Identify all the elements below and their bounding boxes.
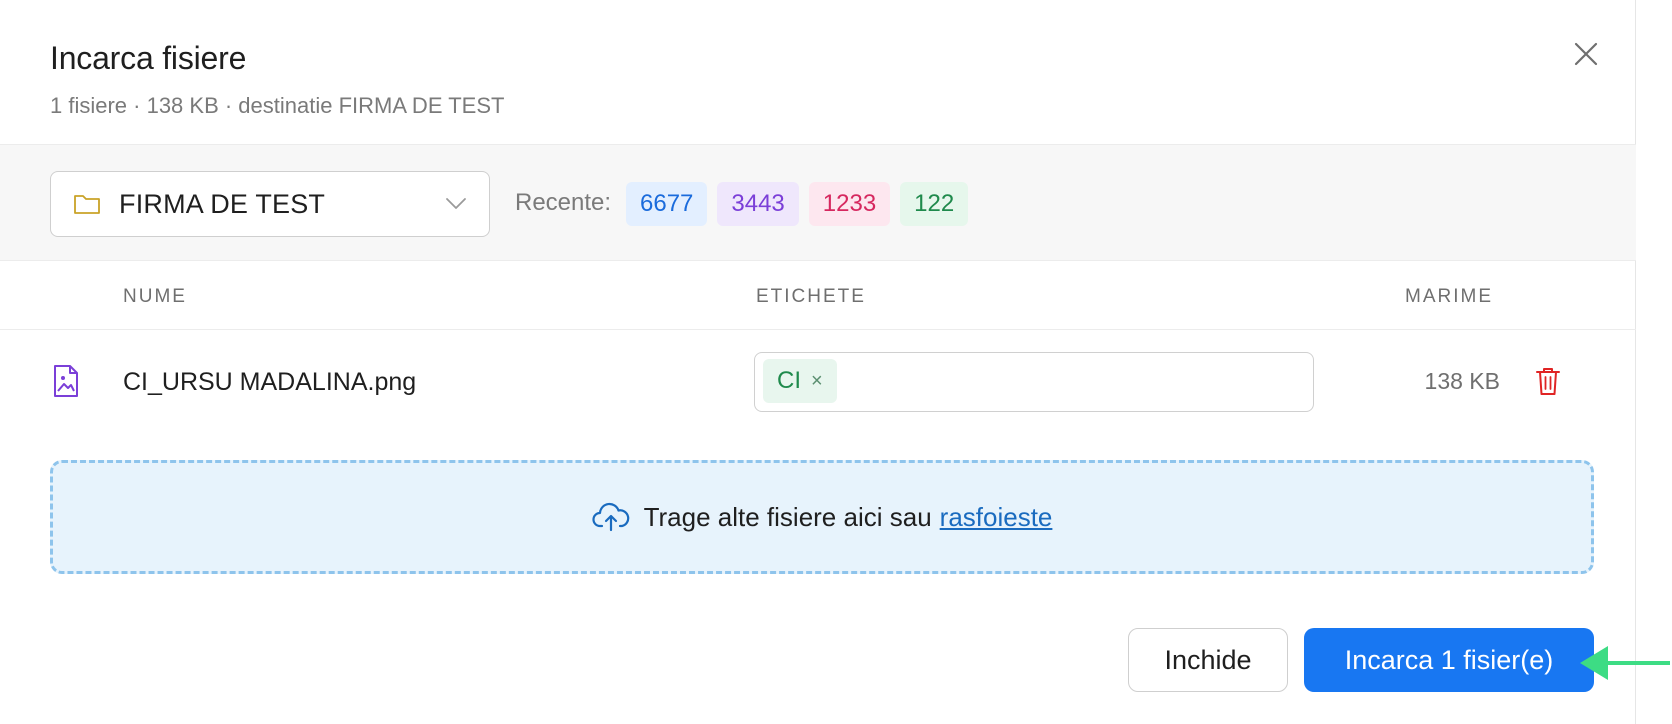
destination-label: FIRMA DE TEST xyxy=(119,188,326,219)
dialog-header: Incarca fisiere 1 fisiere · 138 KB · des… xyxy=(50,40,504,119)
recent-chip-1233[interactable]: 1233 xyxy=(808,182,891,226)
table-row: CI_URSU MADALINA.png CI × 138 KB xyxy=(0,332,1636,432)
dialog-title: Incarca fisiere xyxy=(50,40,247,76)
file-dropzone[interactable]: Trage alte fisiere aici sau rasfoieste xyxy=(50,460,1594,574)
chevron-down-icon xyxy=(446,198,466,209)
tag-label: CI xyxy=(777,367,801,394)
destination-toolbar: FIRMA DE TEST Recente: 6677 3443 1233 12… xyxy=(0,144,1636,261)
recent-chip-6677[interactable]: 6677 xyxy=(626,182,708,226)
table-header: NUME ETICHETE MARIME xyxy=(0,262,1636,330)
trash-icon[interactable] xyxy=(1535,366,1561,396)
tags-input[interactable]: CI × xyxy=(754,352,1314,412)
close-icon[interactable] xyxy=(1568,36,1604,72)
file-size: 138 KB xyxy=(1424,368,1500,394)
cloud-upload-icon xyxy=(592,502,629,532)
image-file-icon xyxy=(54,365,78,397)
pointer-arrow-icon xyxy=(1580,646,1670,680)
upload-dialog: Incarca fisiere 1 fisiere · 138 KB · des… xyxy=(0,0,1636,724)
upload-button[interactable]: Incarca 1 fisier(e) xyxy=(1304,628,1594,692)
recent-chip-3443[interactable]: 3443 xyxy=(717,182,799,226)
browse-link[interactable]: rasfoieste xyxy=(940,502,1053,533)
column-header-name: NUME xyxy=(123,286,187,307)
dialog-subtitle: 1 fisiere · 138 KB · destinatie FIRMA DE… xyxy=(50,93,505,118)
remove-tag-icon[interactable]: × xyxy=(811,370,823,393)
dropzone-text: Trage alte fisiere aici sau xyxy=(643,501,932,532)
column-header-tags: ETICHETE xyxy=(756,286,866,307)
recent-chips: 6677 3443 1233 122 xyxy=(626,182,969,226)
destination-select[interactable]: FIRMA DE TEST xyxy=(50,171,490,237)
column-header-size: MARIME xyxy=(1405,286,1493,307)
recent-chip-122[interactable]: 122 xyxy=(900,182,969,226)
folder-icon xyxy=(74,195,100,214)
close-button[interactable]: Inchide xyxy=(1128,628,1288,692)
recent-label: Recente: xyxy=(515,189,612,216)
file-name: CI_URSU MADALINA.png xyxy=(123,368,417,396)
tag-chip: CI × xyxy=(763,359,837,403)
